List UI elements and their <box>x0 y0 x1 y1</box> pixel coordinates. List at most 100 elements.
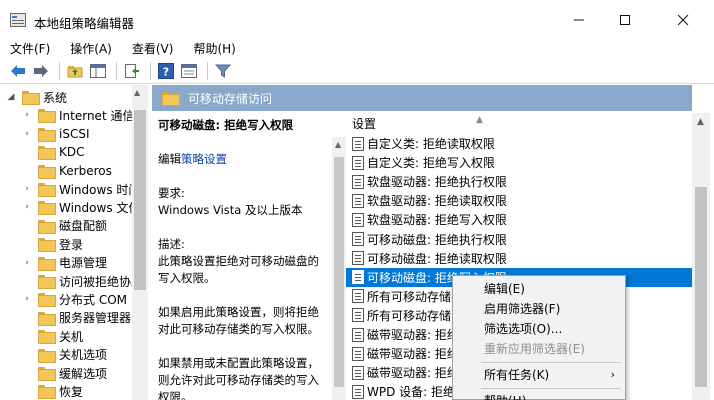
tree-item[interactable]: › 分布式 COM <box>22 290 127 308</box>
folder-icon <box>38 367 56 381</box>
tree-item-label: 关机 <box>59 329 84 344</box>
context-menu: 编辑(E) 启用筛选器(F) 筛选选项(O)... 重新应用筛选器(E) 所有任… <box>452 275 626 400</box>
ctx-filter-options-label: 筛选选项(O)... <box>484 321 563 336</box>
policy-list-item[interactable]: 软盘驱动器: 拒绝写入权限 <box>346 210 692 229</box>
tree-item[interactable]: 访问被拒绝协助 <box>22 272 143 290</box>
policy-setting-icon <box>352 174 364 189</box>
policy-setting-icon <box>352 232 364 246</box>
policy-list-item-label: 软盘驱动器: 拒绝写入权限 <box>367 213 507 228</box>
tree-scrollbar-thumb[interactable] <box>134 110 146 290</box>
policy-list-item[interactable]: 自定义类: 拒绝写入权限 <box>346 153 692 172</box>
maximize-icon <box>620 15 630 25</box>
tree-item[interactable]: › iSCSI <box>22 125 90 143</box>
menu-file[interactable]: 文件(F) <box>10 40 50 57</box>
settings-list-scrollbar[interactable]: ▲ <box>692 113 710 400</box>
maximize-button[interactable] <box>602 0 648 40</box>
expand-chevron-icon[interactable]: › <box>22 202 32 212</box>
policy-settings-link[interactable]: 策略设置 <box>181 152 227 166</box>
scroll-up-arrow-icon[interactable]: ▲ <box>335 140 341 149</box>
tree-item[interactable]: 服务器管理器 <box>22 309 131 327</box>
policy-list-item[interactable]: 可移动磁盘: 拒绝读取权限 <box>346 249 692 268</box>
expand-chevron-icon[interactable]: › <box>22 110 32 120</box>
up-one-level-button[interactable] <box>65 61 85 81</box>
policy-list-item-label: 自定义类: 拒绝写入权限 <box>367 156 495 171</box>
ctx-separator <box>481 388 621 389</box>
ctx-edit-label: 编辑(E) <box>484 281 525 296</box>
export-list-button[interactable] <box>122 61 142 81</box>
policy-list-item[interactable]: 软盘驱动器: 拒绝执行权限 <box>346 172 692 191</box>
expand-chevron-icon[interactable]: › <box>22 129 32 139</box>
tree-item[interactable]: › Windows 文件 <box>22 198 140 216</box>
tree-item-label: 分布式 COM <box>59 292 127 307</box>
tree-item[interactable]: › Windows 时间 <box>22 180 140 198</box>
tree-item[interactable]: 关机选项 <box>22 346 107 364</box>
tree-item[interactable]: 登录 <box>22 235 83 253</box>
tree-item[interactable]: Kerberos <box>22 162 112 180</box>
close-button[interactable] <box>652 0 714 40</box>
policy-list-item[interactable]: 自定义类: 拒绝读取权限 <box>346 134 692 153</box>
policy-list-item-label: 可移动磁盘: 拒绝读取权限 <box>367 251 507 266</box>
menu-help[interactable]: 帮助(H) <box>193 40 235 57</box>
policy-list-item[interactable]: 可移动磁盘: 拒绝执行权限 <box>346 230 692 249</box>
policy-setting-icon <box>352 384 364 399</box>
folder-icon <box>38 275 56 289</box>
tree-item[interactable]: 恢复 <box>22 382 83 400</box>
description-scrollbar-thumb[interactable] <box>334 157 344 387</box>
tree-item[interactable]: 缓解选项 <box>22 364 107 382</box>
ctx-help[interactable]: 帮助(H) <box>453 390 625 400</box>
ctx-filter-options[interactable]: 筛选选项(O)... <box>453 318 625 338</box>
policy-setting-icon <box>352 155 364 170</box>
menu-view[interactable]: 查看(V) <box>132 40 174 57</box>
tree-item[interactable]: 关机 <box>22 327 83 345</box>
tree-item-label: 访问被拒绝协助 <box>59 274 144 289</box>
edit-policy-line: 编辑策略设置 <box>158 151 324 168</box>
folder-icon <box>38 348 56 363</box>
folder-icon <box>162 92 180 106</box>
scroll-up-arrow-icon[interactable]: ▲ <box>134 88 140 97</box>
properties-button[interactable] <box>179 61 199 81</box>
help-button[interactable]: ? <box>156 61 176 81</box>
toolbar-separator <box>116 61 117 80</box>
tree-item-label: 磁盘配额 <box>59 219 108 234</box>
expand-chevron-icon[interactable]: ◢ <box>6 92 16 102</box>
description-scrollbar[interactable]: ▲ <box>332 137 346 400</box>
expand-chevron-icon[interactable]: › <box>22 258 32 268</box>
help-icon: ? <box>158 62 174 79</box>
back-button[interactable] <box>8 61 28 81</box>
expand-chevron-icon[interactable]: › <box>22 294 32 304</box>
tree-item[interactable]: 磁盘配额 <box>22 217 107 235</box>
menu-action[interactable]: 操作(A) <box>70 40 112 57</box>
policy-list-item-label: 磁带驱动器: 拒绝 <box>367 328 459 342</box>
policy-list-item[interactable]: 软盘驱动器: 拒绝读取权限 <box>346 191 692 210</box>
folder-icon <box>38 109 56 124</box>
column-header-setting[interactable]: 设置 <box>346 113 692 133</box>
scroll-up-arrow-icon[interactable]: ▲ <box>697 117 704 127</box>
folder-icon <box>38 146 56 161</box>
ctx-enable-filter[interactable]: 启用筛选器(F) <box>453 298 625 318</box>
policy-list-item-label: 软盘驱动器: 拒绝读取权限 <box>367 194 507 209</box>
tree-item-label: 服务器管理器 <box>59 311 132 326</box>
expand-chevron-icon[interactable]: › <box>22 184 32 194</box>
tree-item[interactable]: › Internet 通信管 <box>22 106 146 124</box>
description-label: 描述: <box>158 237 185 251</box>
settings-list-scrollbar-thumb[interactable] <box>695 187 707 387</box>
tree-item-label: iSCSI <box>59 126 90 141</box>
tree-item[interactable]: KDC <box>22 143 85 161</box>
tree-item[interactable]: ◢ 系统 <box>6 88 67 106</box>
forward-button[interactable] <box>31 61 51 81</box>
toolbar: ? <box>0 58 714 84</box>
show-hide-tree-button[interactable] <box>88 61 108 81</box>
policy-editor-app-icon <box>10 13 26 27</box>
ctx-all-tasks[interactable]: 所有任务(K) › <box>453 364 625 384</box>
policy-setting-icon <box>352 136 364 151</box>
tree-item[interactable]: › 电源管理 <box>22 254 107 272</box>
ctx-edit[interactable]: 编辑(E) <box>453 278 625 298</box>
filter-button[interactable] <box>213 61 233 81</box>
content-header: 可移动存储访问 <box>152 85 692 111</box>
minimize-button[interactable] <box>556 0 602 40</box>
